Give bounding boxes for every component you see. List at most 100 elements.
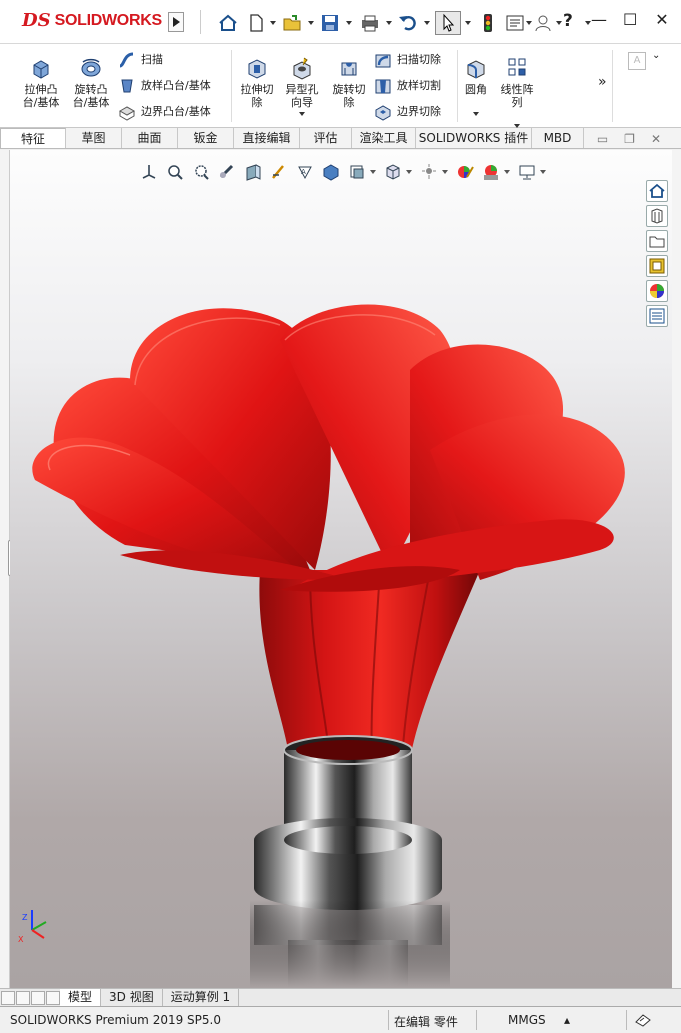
select-tool-button[interactable]	[435, 11, 461, 35]
tab-surfaces[interactable]: 曲面	[122, 128, 178, 148]
tab-mbd[interactable]: MBD	[532, 128, 584, 148]
unit-system-selector[interactable]: MMGS	[508, 1013, 546, 1027]
revolve-cut-label: 旋转切 除	[332, 83, 366, 109]
reference-triad-icon: Z X	[18, 910, 47, 944]
command-separator	[231, 50, 232, 122]
loft-boss-icon	[121, 79, 133, 93]
home-icon[interactable]	[218, 13, 238, 33]
solidworks-logo: DS SOLIDWORKS	[22, 10, 162, 31]
fillet-button[interactable]: 圆角	[453, 56, 499, 116]
tab-solidworks-addins[interactable]: SOLIDWORKS 插件	[416, 128, 532, 148]
new-dropdown-icon[interactable]	[270, 21, 276, 25]
boundary-cut-icon	[375, 105, 391, 121]
quick-tips-icon[interactable]	[634, 1012, 652, 1028]
unit-system-arrow-icon[interactable]: ▴	[564, 1013, 570, 1027]
hole-wizard-dropdown-icon[interactable]	[299, 112, 305, 116]
tab-sheet-metal[interactable]: 钣金	[178, 128, 234, 148]
status-separator	[388, 1010, 389, 1030]
sweep-button[interactable]: 扫描	[118, 50, 163, 70]
fillet-label: 圆角	[465, 83, 487, 96]
file-properties-icon[interactable]	[505, 13, 525, 33]
tab-model[interactable]: 模型	[60, 989, 102, 1006]
first-tab-button[interactable]	[1, 990, 15, 1005]
extrude-cut-icon	[248, 59, 266, 79]
product-version-text: SOLIDWORKS Premium 2019 SP5.0	[10, 1013, 221, 1027]
open-dropdown-icon[interactable]	[308, 21, 314, 25]
hole-wizard-button[interactable]: 异型孔 向导	[279, 56, 325, 116]
user-account-icon[interactable]	[533, 13, 553, 33]
sweep-label: 扫描	[141, 53, 163, 66]
doc-minimize-button[interactable]: ▭	[597, 132, 608, 146]
revolve-boss-label: 旋转凸 台/基体	[72, 83, 110, 109]
more-commands-button[interactable]: »	[598, 74, 607, 90]
window-controls: — ☐ ✕	[591, 10, 669, 29]
fillet-dropdown-icon[interactable]	[473, 112, 479, 116]
next-tab-button[interactable]	[31, 990, 45, 1005]
undo-icon[interactable]	[398, 13, 418, 33]
select-dropdown-icon[interactable]	[465, 21, 471, 25]
sweep-cut-button[interactable]: 扫描切除	[374, 50, 441, 70]
print-dropdown-icon[interactable]	[386, 21, 392, 25]
model-tabs-bar: 模型 3D 视图 运动算例 1	[0, 988, 681, 1006]
loft-cut-button[interactable]: 放样切割	[374, 76, 441, 96]
doc-close-button[interactable]: ✕	[651, 132, 661, 146]
revolve-boss-button[interactable]: 旋转凸 台/基体	[68, 56, 114, 109]
boundary-cut-label: 边界切除	[397, 105, 441, 118]
fillet-icon	[467, 60, 485, 79]
new-document-icon[interactable]	[246, 13, 266, 33]
tab-render-tools[interactable]: 渲染工具	[352, 128, 416, 148]
loft-cut-icon	[375, 79, 391, 94]
tab-evaluate[interactable]: 评估	[300, 128, 352, 148]
extrude-boss-button[interactable]: 拉伸凸 台/基体	[18, 56, 64, 109]
linear-pattern-icon	[508, 58, 526, 76]
print-icon[interactable]	[360, 13, 380, 33]
tab-direct-editing[interactable]: 直接编辑	[234, 128, 300, 148]
collapse-ribbon-icon[interactable]: ⌄	[652, 50, 660, 61]
window-minimize-button[interactable]: —	[591, 10, 607, 29]
toolbar-separator	[200, 10, 201, 34]
extrude-boss-label: 拉伸凸 台/基体	[22, 83, 60, 109]
boundary-boss-label: 边界凸台/基体	[141, 105, 211, 118]
revolve-cut-button[interactable]: 旋转切 除	[326, 56, 372, 109]
open-folder-icon[interactable]	[282, 13, 302, 33]
loft-boss-label: 放样凸台/基体	[141, 79, 211, 92]
last-tab-button[interactable]	[46, 990, 60, 1005]
save-dropdown-icon[interactable]	[346, 21, 352, 25]
window-maximize-button[interactable]: ☐	[623, 10, 637, 29]
linear-pattern-label: 线性阵 列	[500, 83, 534, 109]
prev-tab-button[interactable]	[16, 990, 30, 1005]
extrude-cut-button[interactable]: 拉伸切 除	[234, 56, 280, 109]
boundary-cut-button[interactable]: 边界切除	[374, 102, 441, 122]
doc-restore-button[interactable]: ❐	[624, 132, 635, 146]
sweep-cut-icon	[375, 54, 391, 68]
extrude-cut-label: 拉伸切 除	[240, 83, 274, 109]
rebuild-traffic-light-icon[interactable]	[478, 13, 498, 33]
loft-cut-label: 放样切割	[397, 79, 441, 92]
linear-pattern-button[interactable]: 线性阵 列	[494, 56, 540, 128]
help-icon[interactable]: ?	[563, 11, 573, 31]
ds-logo-mark: DS	[22, 10, 51, 31]
command-manager: 拉伸凸 台/基体 旋转凸 台/基体 扫描 放样凸台/基体 边界凸台/基体 拉伸切…	[0, 44, 681, 128]
tab-motion-study[interactable]: 运动算例 1	[163, 989, 240, 1006]
svg-text:X: X	[18, 935, 24, 944]
properties-dropdown-icon[interactable]	[526, 21, 532, 25]
boundary-boss-button[interactable]: 边界凸台/基体	[118, 102, 211, 122]
brand-name: SOLIDWORKS	[54, 11, 163, 29]
user-dropdown-icon[interactable]	[556, 21, 562, 25]
graphics-area[interactable]: A Z X	[10, 150, 672, 988]
loft-boss-button[interactable]: 放样凸台/基体	[118, 76, 211, 96]
expand-menu-arrow-icon[interactable]	[168, 12, 184, 32]
command-separator	[612, 50, 613, 122]
undo-dropdown-icon[interactable]	[424, 21, 430, 25]
window-close-button[interactable]: ✕	[655, 10, 669, 29]
flower-vase-model[interactable]: Z X	[10, 150, 672, 988]
tab-3d-views[interactable]: 3D 视图	[101, 989, 163, 1006]
edit-mode-text: 在编辑 零件	[394, 1015, 458, 1029]
tab-features[interactable]: 特征	[0, 128, 66, 148]
title-toolbar: DS SOLIDWORKS ? — ☐ ✕	[0, 0, 681, 44]
text-style-icon[interactable]: A	[628, 52, 646, 70]
tab-sketch[interactable]: 草图	[66, 128, 122, 148]
save-icon[interactable]	[320, 13, 340, 33]
boundary-boss-icon	[118, 106, 136, 121]
hole-wizard-icon	[293, 57, 311, 80]
